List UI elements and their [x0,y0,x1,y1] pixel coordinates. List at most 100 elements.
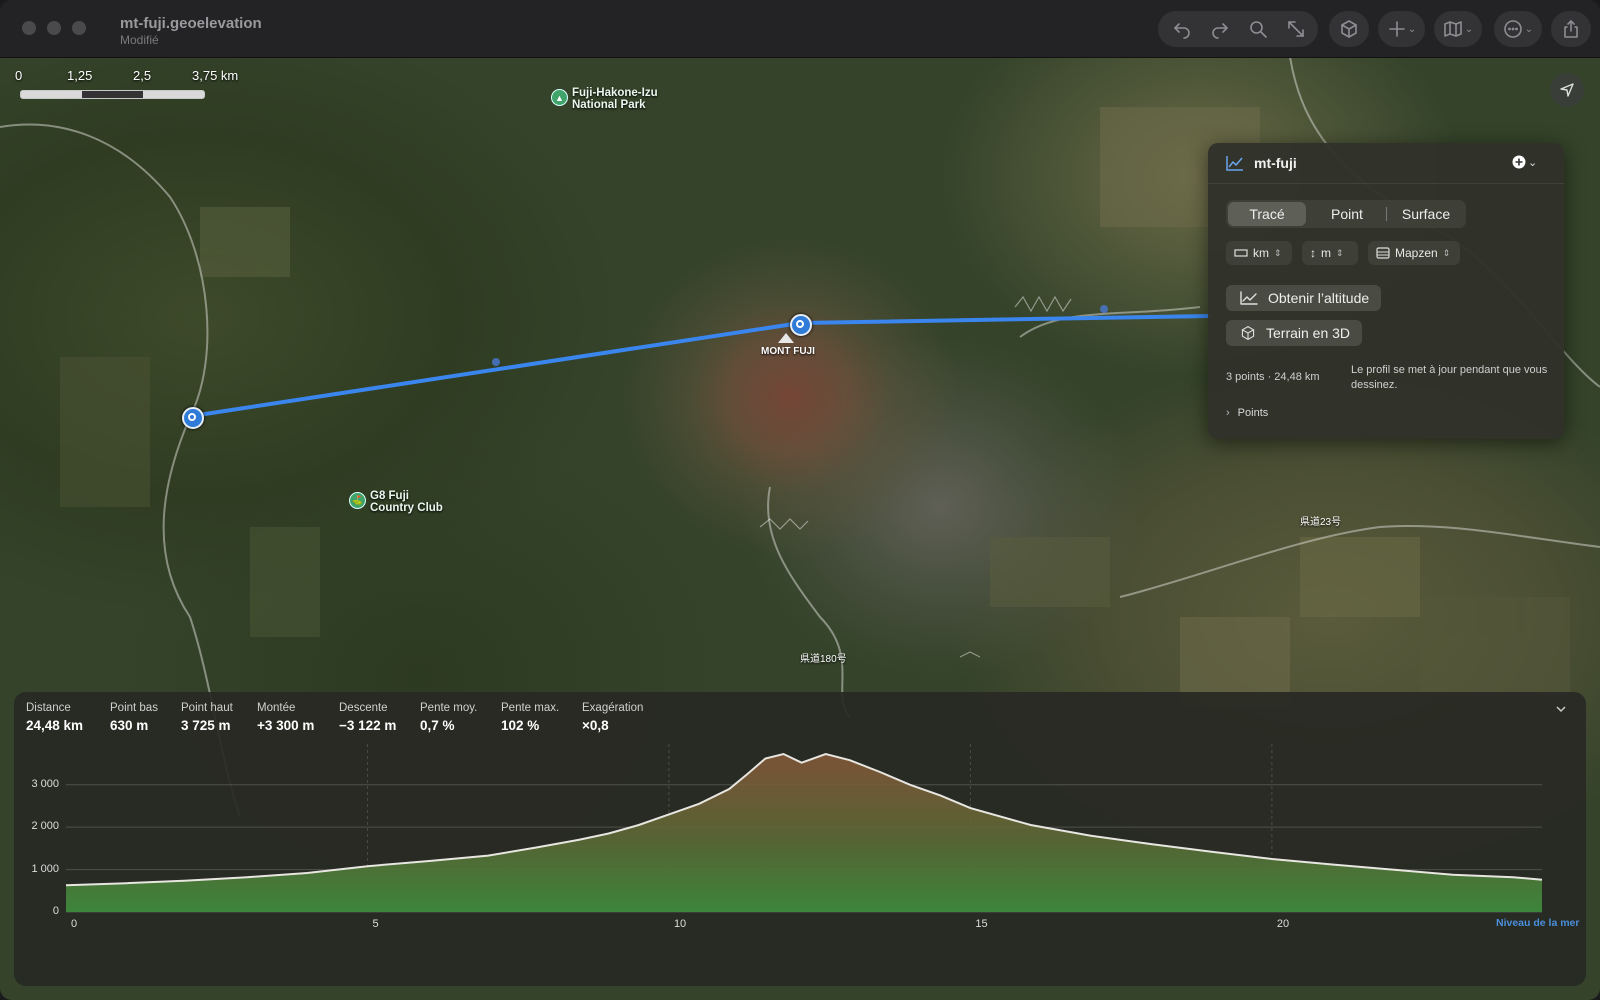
more-button[interactable]: ⌄ [1498,11,1538,47]
elevation-area [66,754,1542,912]
chart-icon [1240,291,1258,305]
resize-button[interactable] [1278,11,1314,47]
scale-bar [20,90,205,99]
track-summary: 3 points · 24,48 km [1226,371,1320,383]
ruler-icon [1234,249,1248,257]
elevation-chart [65,744,1543,913]
road-label-180: 県道180号 [800,654,847,665]
scale-label-0: 0 [15,68,23,83]
close-window-button[interactable] [22,21,36,35]
x-tick-label: 10 [673,918,687,930]
location-arrow-icon [1560,83,1574,97]
database-icon [1376,247,1390,259]
more-group: ⌄ [1494,11,1542,47]
location-button[interactable] [1550,73,1584,107]
distance-unit-value: km [1253,246,1269,260]
search-icon [1250,21,1267,38]
segment-divider [1386,207,1387,221]
updown-chevron-icon: ⇕ [1442,247,1451,258]
updown-chevron-icon: ⇕ [1336,247,1344,258]
route-point-summit[interactable] [790,314,812,336]
chevron-down-icon: ⌄ [1464,23,1474,35]
undo-icon [1174,23,1190,39]
poi-national-park-label: Fuji-Hakone-Izu National Park [572,87,658,111]
3d-toggle-group [1329,11,1369,47]
x-tick-label: 15 [975,918,988,930]
chart-icon [1226,156,1243,171]
add-menu-button[interactable]: ⌄ [1512,155,1537,169]
plus-circle-icon [1512,155,1526,169]
y-tick-label: 3 000 [31,777,59,790]
tab-trace[interactable]: Tracé [1228,202,1306,226]
app-window: 0 1,25 2,5 3,75 km ▲ Fuji-Hakone-Izu Nat… [0,0,1600,1000]
resize-icon [1288,21,1304,37]
share-icon [1564,20,1578,38]
y-tick-label: 2 000 [31,820,59,833]
map-icon [1443,21,1462,37]
more-icon [1503,20,1522,38]
chevron-right-icon: › [1226,407,1230,419]
tree-icon: ▲ [551,89,568,106]
elevation-unit-select[interactable]: ↕ m ⇕ [1302,241,1358,265]
elevation-source-select[interactable]: Mapzen ⇕ [1368,241,1460,265]
redo-icon [1212,23,1228,39]
updown-chevron-icon: ⇕ [1274,247,1282,258]
chevron-down-icon: ⌄ [1524,23,1534,35]
redo-button[interactable] [1202,11,1238,47]
document-title: mt-fuji.geoelevation [120,15,262,32]
profile-hint: Le profil se met à jour pendant que vous… [1351,364,1548,391]
add-group: ⌄ [1378,11,1425,47]
inspector-panel: mt-fuji ⌄ Tracé Point Surface km ⇕ ↕ m ⇕… [1208,143,1564,439]
map-style-group: ⌄ [1434,11,1482,47]
get-altitude-label: Obtenir l’altitude [1268,290,1370,306]
cube-icon [1341,20,1357,38]
points-label: Points [1237,407,1269,419]
y-tick-label: 1 000 [31,862,59,875]
sea-level-label: Niveau de la mer [1496,917,1580,929]
edit-toolbar-group [1158,11,1318,47]
poi-golf-club[interactable]: ⛳ G8 Fuji Country Club [349,490,443,514]
chevron-down-icon: ⌄ [1528,156,1538,169]
minimize-window-button[interactable] [47,21,61,35]
y-tick-label: 0 [52,905,59,917]
share-button[interactable] [1553,11,1589,47]
3d-view-button[interactable] [1331,11,1367,47]
search-button[interactable] [1240,11,1276,47]
plus-icon [1388,21,1405,37]
peak-label: MONT FUJI [761,346,815,357]
route-point-start[interactable] [182,407,204,429]
road-label-23: 県道23号 [1300,517,1342,528]
points-disclosure[interactable]: › Points [1226,407,1268,419]
add-button[interactable]: ⌄ [1382,11,1422,47]
zoom-window-button[interactable] [72,21,86,35]
x-tick-label: 5 [372,918,379,930]
panel-title: mt-fuji [1254,155,1297,171]
tab-surface[interactable]: Surface [1388,202,1464,226]
poi-national-park[interactable]: ▲ Fuji-Hakone-Izu National Park [551,87,658,111]
scale-label-3: 3,75 km [192,68,239,83]
scale-label-2: 2,5 [133,68,152,83]
scale-label-1: 1,25 [67,68,93,83]
x-tick-label: 0 [71,918,78,930]
elevation-unit-value: m [1321,246,1331,260]
cube-icon [1241,326,1255,340]
golf-icon: ⛳ [349,492,366,509]
x-tick-label: 20 [1276,918,1290,930]
share-group [1551,11,1591,47]
terrain-3d-button[interactable]: Terrain en 3D [1226,320,1363,346]
panel-header: mt-fuji ⌄ [1208,143,1564,184]
vertical-arrows-icon: ↕ [1310,246,1316,260]
title-bar: mt-fuji.geoelevation Modifié ⌄ ⌄ ⌄ [0,0,1600,58]
mode-segmented-control: Tracé Point Surface [1226,200,1466,228]
tab-point[interactable]: Point [1308,202,1386,226]
elevation-source-value: Mapzen [1395,246,1438,260]
poi-golf-club-label: G8 Fuji Country Club [370,490,443,514]
get-altitude-button[interactable]: Obtenir l’altitude [1226,285,1382,311]
terrain-3d-label: Terrain en 3D [1266,325,1351,341]
chevron-down-icon: ⌄ [1407,23,1417,35]
distance-unit-select[interactable]: km ⇕ [1226,241,1292,265]
undo-button[interactable] [1164,11,1200,47]
map-style-button[interactable]: ⌄ [1438,11,1478,47]
elevation-profile-panel: Distance 24,48 km Point bas 630 m Point … [14,692,1586,986]
document-status: Modifié [120,33,159,47]
